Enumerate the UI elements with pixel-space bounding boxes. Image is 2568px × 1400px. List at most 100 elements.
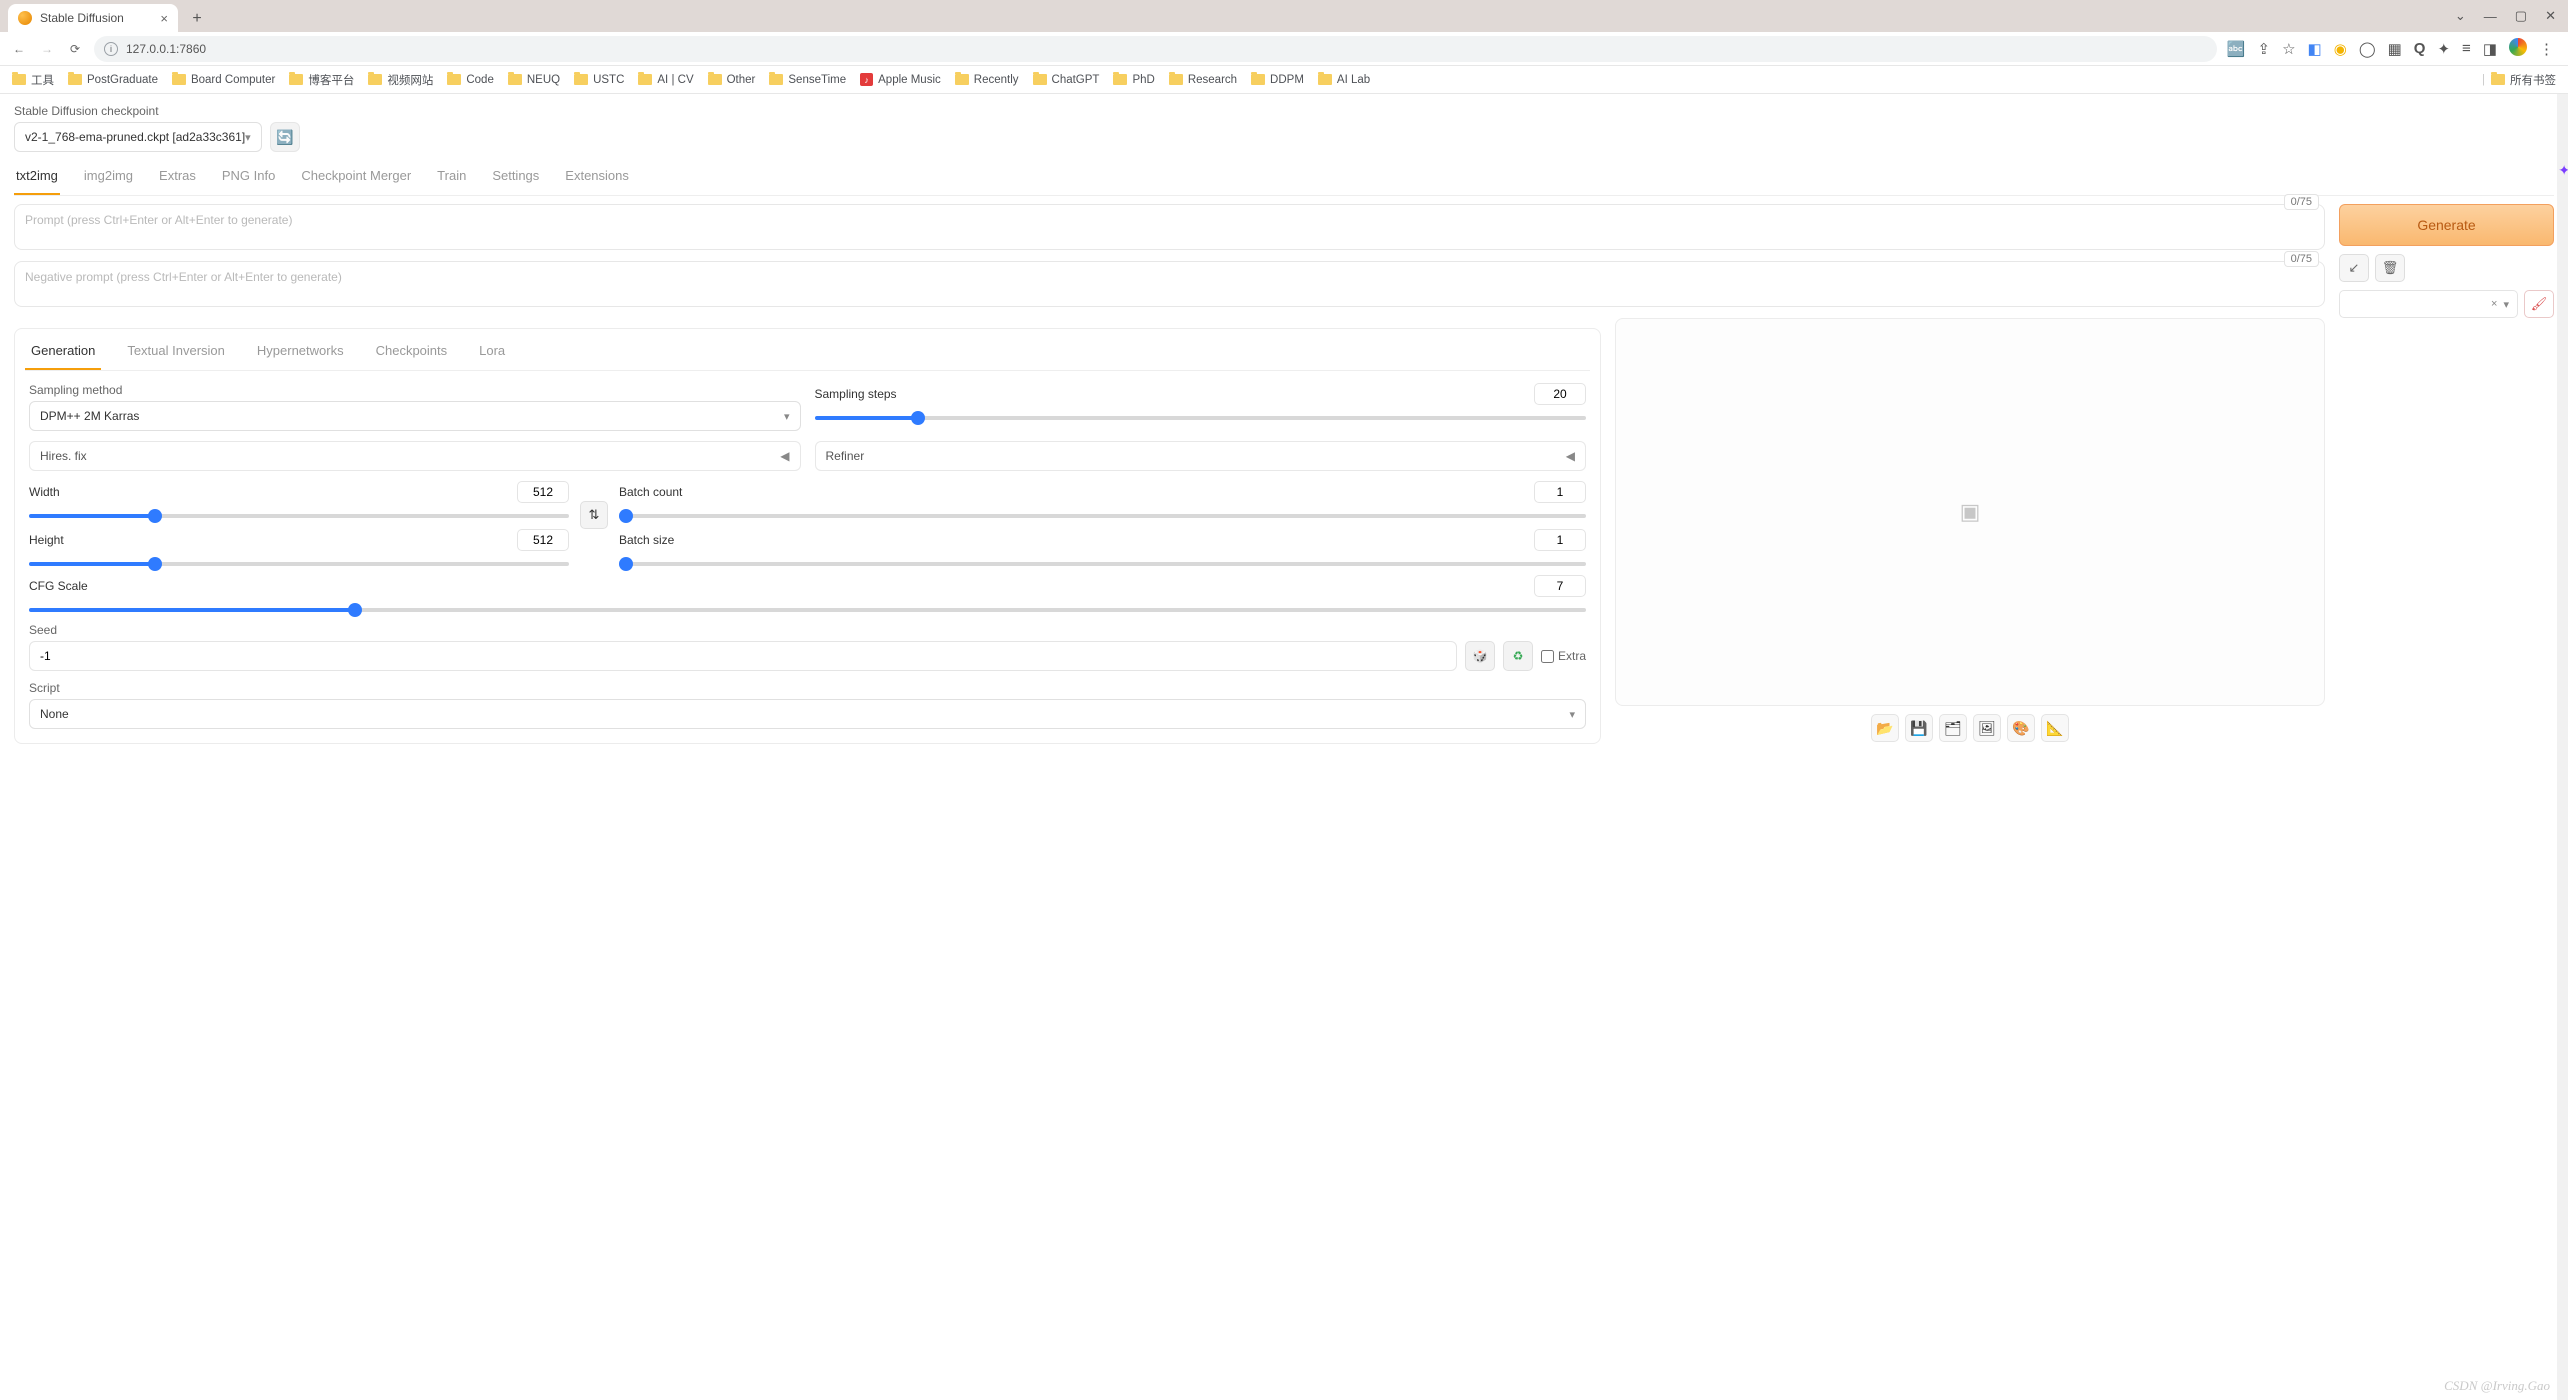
bookmark-item[interactable]: 博客平台 [289, 72, 354, 88]
subtab-checkpoints[interactable]: Checkpoints [370, 339, 454, 370]
star-icon[interactable]: ☆ [2282, 40, 2295, 58]
translate-icon[interactable]: 🔤 [2227, 40, 2246, 58]
swap-dimensions-button[interactable]: ⇅ [580, 501, 608, 529]
dropdown-icon[interactable]: ⌄ [2455, 8, 2466, 24]
folder-icon [1033, 74, 1047, 85]
main-tab-settings[interactable]: Settings [490, 162, 541, 195]
main-tab-png-info[interactable]: PNG Info [220, 162, 277, 195]
bookmark-item[interactable]: ♪Apple Music [860, 73, 941, 86]
save-button[interactable]: 💾 [1905, 714, 1933, 742]
main-tab-extensions[interactable]: Extensions [563, 162, 631, 195]
bookmark-item[interactable]: Recently [955, 74, 1019, 86]
apply-style-button[interactable]: 🖌 [2524, 290, 2554, 318]
prompt-input[interactable] [14, 204, 2325, 250]
extra-networks-icon[interactable]: ✦ [2558, 162, 2568, 179]
checkpoint-select[interactable]: v2-1_768-ema-pruned.ckpt [ad2a33c361] ▾ [14, 122, 262, 152]
sampling-steps-value[interactable] [1534, 383, 1586, 405]
seed-extra-checkbox[interactable]: Extra [1541, 649, 1586, 663]
kebab-icon[interactable]: ⋮ [2539, 40, 2554, 58]
batch-size-value[interactable] [1534, 529, 1586, 551]
bookmark-item[interactable]: PhD [1113, 74, 1154, 86]
batch-size-slider[interactable] [619, 562, 1586, 566]
address-bar[interactable]: i 127.0.0.1:7860 [94, 36, 2217, 62]
generate-button[interactable]: Generate [2339, 204, 2554, 246]
subtab-hypernetworks[interactable]: Hypernetworks [251, 339, 350, 370]
bookmark-item[interactable]: AI | CV [638, 74, 693, 86]
main-tab-img2img[interactable]: img2img [82, 162, 135, 195]
bookmark-item[interactable]: Board Computer [172, 74, 275, 86]
open-folder-button[interactable]: 📂 [1871, 714, 1899, 742]
sampling-method-select[interactable]: DPM++ 2M Karras ▾ [29, 401, 801, 431]
bookmark-item[interactable]: ChatGPT [1033, 74, 1100, 86]
folder-icon [68, 74, 82, 85]
negative-prompt-input[interactable] [14, 261, 2325, 307]
batch-count-value[interactable] [1534, 481, 1586, 503]
send-to-inpaint-button[interactable]: 🎨 [2007, 714, 2035, 742]
seed-reuse-button[interactable]: ♻ [1503, 641, 1533, 671]
script-select[interactable]: None ▾ [29, 699, 1586, 729]
profile-icon[interactable] [2509, 38, 2527, 60]
ext5-icon[interactable]: Q [2414, 40, 2426, 57]
interrogate-button[interactable]: ↙ [2339, 254, 2369, 282]
height-label: Height [29, 533, 64, 547]
bookmark-item[interactable]: AI Lab [1318, 74, 1370, 86]
close-icon[interactable]: × [160, 11, 168, 26]
forward-icon[interactable]: → [38, 42, 56, 56]
refiner-accordion[interactable]: Refiner◀ [815, 441, 1587, 471]
maximize-icon[interactable]: ▢ [2515, 8, 2527, 24]
bookmark-item[interactable]: 视频网站 [368, 72, 433, 88]
bookmark-item[interactable]: Code [447, 74, 494, 86]
share-icon[interactable]: ⇪ [2258, 40, 2271, 58]
main-tab-txt2img[interactable]: txt2img [14, 162, 60, 195]
clear-icon[interactable]: × [2491, 298, 2497, 310]
bookmark-item[interactable]: Other [708, 74, 756, 86]
batch-size-label: Batch size [619, 533, 674, 547]
clear-prompt-button[interactable]: 🗑 [2375, 254, 2405, 282]
width-slider[interactable] [29, 514, 569, 518]
seed-random-button[interactable]: 🎲 [1465, 641, 1495, 671]
width-value[interactable] [517, 481, 569, 503]
bookmark-item[interactable]: Research [1169, 74, 1237, 86]
browser-tab[interactable]: Stable Diffusion × [8, 4, 178, 32]
reload-icon[interactable]: ⟳ [66, 42, 84, 56]
bookmark-item[interactable]: USTC [574, 74, 624, 86]
back-icon[interactable]: ← [10, 42, 28, 56]
subtab-textual-inversion[interactable]: Textual Inversion [121, 339, 231, 370]
height-value[interactable] [517, 529, 569, 551]
ext4-icon[interactable]: ▦ [2388, 40, 2402, 58]
bookmark-item[interactable]: PostGraduate [68, 74, 158, 86]
batch-count-slider[interactable] [619, 514, 1586, 518]
extensions-icon[interactable]: ✦ [2437, 40, 2450, 58]
info-icon[interactable]: i [104, 42, 118, 56]
height-slider[interactable] [29, 562, 569, 566]
hires-fix-accordion[interactable]: Hires. fix◀ [29, 441, 801, 471]
bookmark-item[interactable]: 工具 [12, 72, 54, 88]
side-panel-icon[interactable]: ◨ [2483, 40, 2497, 58]
ext3-icon[interactable]: ◯ [2359, 40, 2376, 58]
ext2-icon[interactable]: ◉ [2334, 40, 2347, 58]
main-tab-extras[interactable]: Extras [157, 162, 198, 195]
main-tab-checkpoint-merger[interactable]: Checkpoint Merger [299, 162, 413, 195]
bookmark-item[interactable]: DDPM [1251, 74, 1304, 86]
bookmark-item[interactable]: SenseTime [769, 74, 846, 86]
send-to-img2img-button[interactable]: 🖼 [1973, 714, 2001, 742]
ext1-icon[interactable]: ◧ [2308, 40, 2322, 58]
all-bookmarks[interactable]: 所有书签 [2491, 72, 2556, 88]
main-tab-train[interactable]: Train [435, 162, 468, 195]
refresh-checkpoint-button[interactable]: 🔄 [270, 122, 300, 152]
reading-list-icon[interactable]: ≡ [2462, 40, 2471, 57]
close-window-icon[interactable]: ✕ [2545, 8, 2556, 24]
zip-button[interactable]: 🗂 [1939, 714, 1967, 742]
cfg-value[interactable] [1534, 575, 1586, 597]
cfg-slider[interactable] [29, 608, 1586, 612]
styles-select[interactable]: × ▾ [2339, 290, 2518, 318]
script-label: Script [29, 681, 1586, 695]
sampling-steps-slider[interactable] [815, 416, 1587, 420]
send-to-extras-button[interactable]: 📐 [2041, 714, 2069, 742]
bookmark-item[interactable]: NEUQ [508, 74, 560, 86]
subtab-generation[interactable]: Generation [25, 339, 101, 370]
new-tab-button[interactable]: + [184, 6, 210, 32]
minimize-icon[interactable]: — [2484, 9, 2497, 24]
seed-input[interactable] [29, 641, 1457, 671]
subtab-lora[interactable]: Lora [473, 339, 511, 370]
